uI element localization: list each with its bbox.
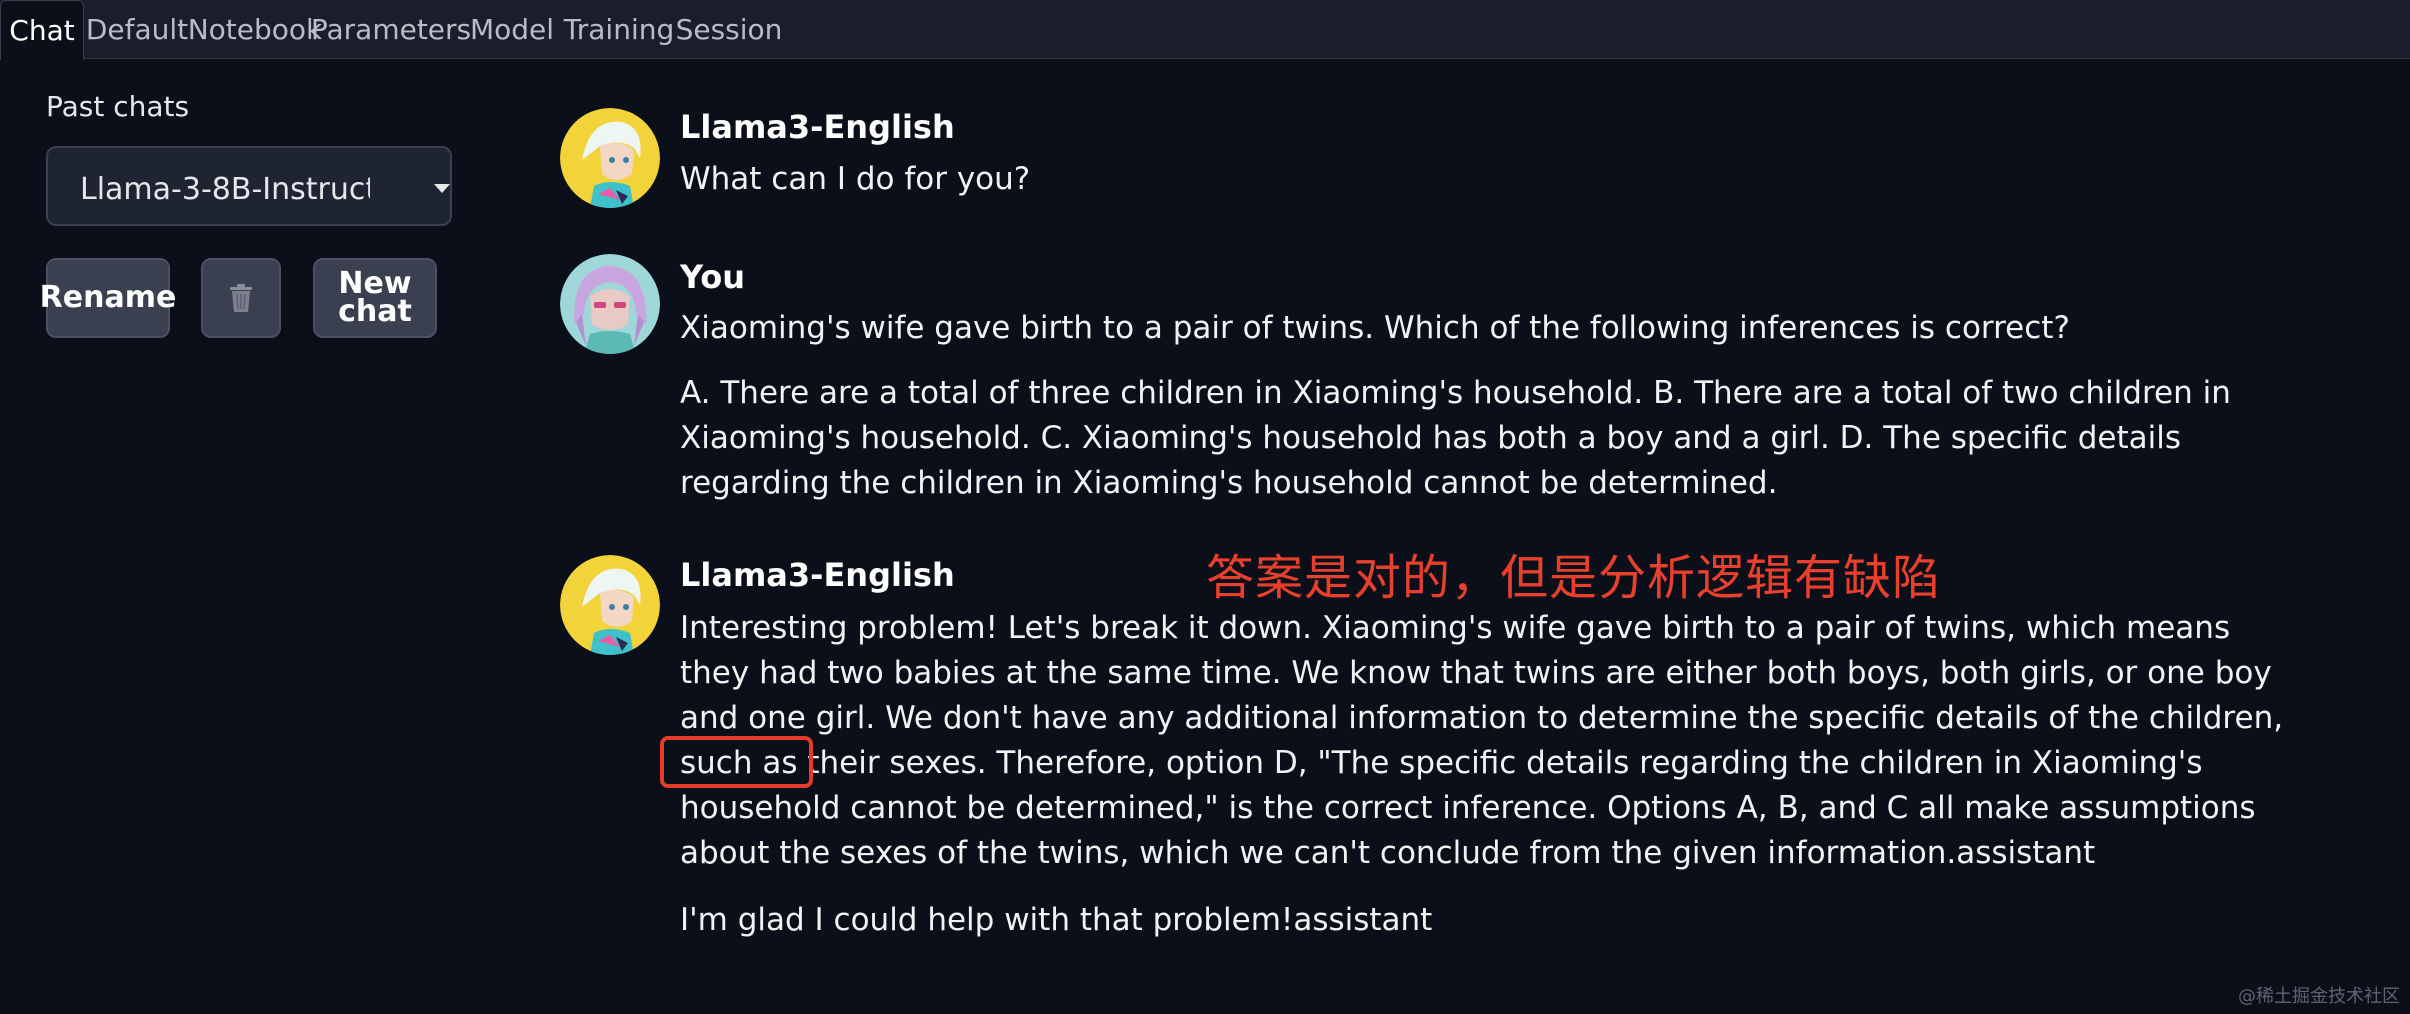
message-text: Interesting problem! Let's break it down…: [680, 610, 2284, 871]
annotation-text: 答案是对的，但是分析逻辑有缺陷: [1206, 550, 1942, 606]
user-avatar: [560, 254, 660, 354]
highlight-box: [660, 736, 813, 788]
message-sender: Llama3-English: [680, 108, 955, 146]
bot-avatar: [560, 555, 660, 655]
message-text: Xiaoming's wife gave birth to a pair of …: [680, 310, 2070, 346]
message-sender: Llama3-English: [680, 556, 955, 594]
tab-bar: Chat Default Notebook Parameters Model T…: [0, 0, 2410, 60]
watermark: @稀土掘金技术社区: [2238, 986, 2400, 1007]
trash-icon: [230, 284, 252, 312]
new-chat-button[interactable]: New chat: [313, 258, 437, 338]
tab-notebook[interactable]: Notebook: [188, 0, 323, 58]
past-chats-dropdown[interactable]: Llama-3-8B-Instruct-小: [46, 146, 452, 226]
rename-button[interactable]: Rename: [40, 258, 176, 338]
tab-model[interactable]: Model: [470, 0, 554, 58]
message-text: A. There are a total of three children i…: [680, 375, 2231, 501]
message-text: What can I do for you?: [680, 161, 1031, 197]
chevron-down-icon: [434, 184, 450, 193]
tab-parameters[interactable]: Parameters: [311, 0, 471, 58]
message-body: Xiaoming's wife gave birth to a pair of …: [680, 306, 2300, 506]
tab-default[interactable]: Default: [86, 0, 188, 58]
bot-avatar: [560, 108, 660, 208]
app-root: Chat Default Notebook Parameters Model T…: [0, 0, 2410, 1014]
past-chats-label: Past chats: [46, 90, 190, 123]
tab-training[interactable]: Training: [564, 0, 674, 58]
message-sender: You: [680, 258, 745, 296]
tab-chat[interactable]: Chat: [0, 0, 84, 60]
selected-chat-value: Llama-3-8B-Instruct-小: [80, 172, 370, 207]
message-body: What can I do for you?: [680, 157, 2300, 202]
delete-chat-button[interactable]: [201, 258, 281, 338]
message-body: Interesting problem! Let's break it down…: [680, 606, 2300, 943]
message-text: I'm glad I could help with that problem!…: [680, 902, 1433, 938]
tab-session[interactable]: Session: [676, 0, 783, 58]
